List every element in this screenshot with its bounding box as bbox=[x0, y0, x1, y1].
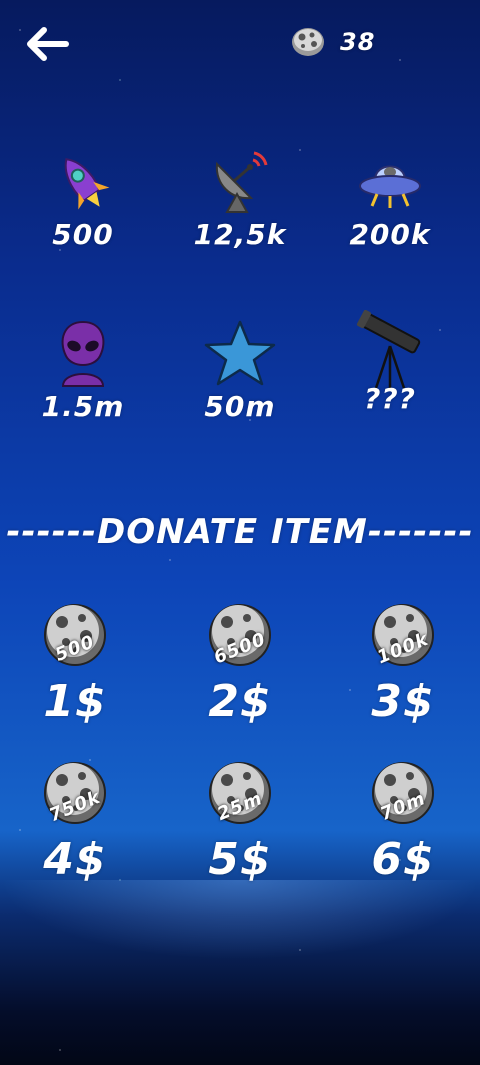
shop-item-rocket[interactable]: 500 bbox=[18, 150, 148, 251]
donate-item-4[interactable]: 750k 4$ bbox=[10, 758, 140, 885]
back-arrow-icon[interactable] bbox=[24, 26, 70, 62]
donate-item-5[interactable]: 25m 5$ bbox=[175, 758, 305, 885]
telescope-icon bbox=[356, 310, 421, 389]
donate-item-1[interactable]: 500 1$ bbox=[10, 600, 140, 727]
rocket-icon bbox=[64, 158, 110, 210]
donate-price: 6$ bbox=[371, 834, 435, 885]
donate-price: 4$ bbox=[43, 834, 107, 885]
donate-item-6[interactable]: 70m 6$ bbox=[338, 758, 468, 885]
shop-item-price: 50m bbox=[204, 390, 276, 423]
shop-item-price: 12,5k bbox=[193, 218, 287, 251]
donate-price: 5$ bbox=[208, 834, 272, 885]
donate-price: 1$ bbox=[43, 676, 107, 727]
shop-item-ufo[interactable]: 200k bbox=[325, 150, 455, 251]
coin-counter: 38 bbox=[290, 26, 375, 58]
coin-count: 38 bbox=[340, 28, 376, 56]
shop-item-price: 200k bbox=[349, 218, 431, 251]
donate-price: 2$ bbox=[208, 676, 272, 727]
ufo-icon bbox=[359, 165, 421, 208]
shop-item-price: 1.5m bbox=[41, 390, 125, 423]
shop-item-satellite[interactable]: 12,5k bbox=[175, 150, 305, 251]
shop-item-telescope[interactable]: ??? bbox=[325, 310, 455, 415]
shop-item-price: 500 bbox=[52, 218, 114, 251]
donate-section-title: ------DONATE ITEM------- bbox=[6, 512, 474, 552]
alien-icon bbox=[61, 320, 105, 387]
shop-item-alien[interactable]: 1.5m bbox=[18, 318, 148, 423]
donate-price: 3$ bbox=[371, 676, 435, 727]
donate-item-3[interactable]: 100k 3$ bbox=[338, 600, 468, 727]
horizon-glow bbox=[0, 880, 480, 960]
satellite-dish-icon bbox=[215, 151, 268, 213]
shop-item-star[interactable]: 50m bbox=[175, 318, 305, 423]
meteor-coin-icon bbox=[292, 28, 324, 56]
star-icon bbox=[204, 320, 276, 386]
donate-item-2[interactable]: 6500 2$ bbox=[175, 600, 305, 727]
shop-item-price: ??? bbox=[364, 382, 416, 415]
